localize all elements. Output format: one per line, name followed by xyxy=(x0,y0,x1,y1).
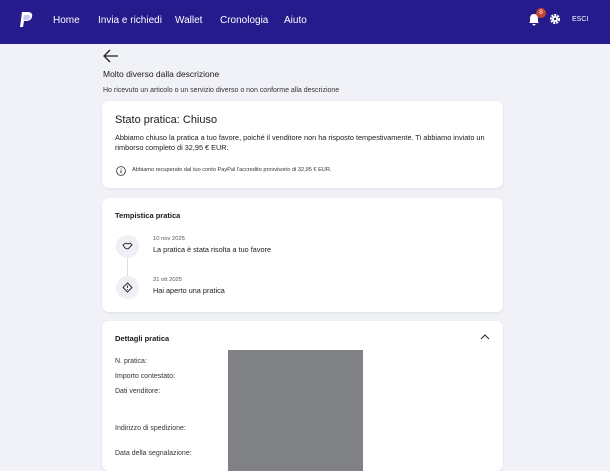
timeline-date: 10 nov 2025 xyxy=(153,236,185,242)
status-info: Abbiamo recuperato dal tuo conto PayPal … xyxy=(132,167,332,173)
timeline-title: Tempistica pratica xyxy=(115,211,181,220)
chevron-up-icon[interactable] xyxy=(480,333,490,341)
detail-label: Indirizzo di spedizione: xyxy=(115,425,186,432)
timeline-text: La pratica è stata risolta a tuo favore xyxy=(153,245,272,254)
detail-label: Dati venditore: xyxy=(115,388,161,395)
back-arrow-icon[interactable] xyxy=(103,49,119,63)
nav-history[interactable]: Cronologia xyxy=(220,15,268,26)
nav-home[interactable]: Home xyxy=(53,15,80,26)
page-subtitle: Ho ricevuto un articolo o un servizio di… xyxy=(103,87,340,94)
notification-badge: 8 xyxy=(536,8,546,18)
paypal-logo-icon[interactable] xyxy=(19,12,33,29)
timeline-text: Hai aperto una pratica xyxy=(153,286,225,295)
handshake-icon xyxy=(116,235,139,258)
info-icon xyxy=(116,166,126,176)
status-body: Abbiamo chiuso la pratica a tuo favore, … xyxy=(115,133,485,152)
details-title: Dettagli pratica xyxy=(115,334,170,343)
status-card: Stato pratica: Chiuso Abbiamo chiuso la … xyxy=(102,101,503,188)
status-title: Stato pratica: Chiuso xyxy=(115,114,218,126)
nav-help[interactable]: Aiuto xyxy=(284,15,307,26)
timeline-date: 31 ott 2025 xyxy=(153,277,183,283)
page-title: Molto diverso dalla descrizione xyxy=(103,69,220,79)
nav-send-request[interactable]: Invia e richiedi xyxy=(98,15,162,26)
details-card: Dettagli pratica N. pratica: Importo con… xyxy=(102,321,503,471)
timeline-card: Tempistica pratica 10 nov 2025 La pratic… xyxy=(102,198,503,312)
detail-label: Importo contestato: xyxy=(115,373,175,380)
detail-label: Data della segnalazione: xyxy=(115,450,192,457)
warning-diamond-icon xyxy=(116,276,139,299)
redacted-block xyxy=(228,350,363,471)
detail-label: N. pratica: xyxy=(115,358,147,365)
nav-wallet[interactable]: Wallet xyxy=(175,15,202,26)
gear-icon[interactable] xyxy=(550,14,560,24)
top-nav: Home Invia e richiedi Wallet Cronologia … xyxy=(0,0,610,44)
logout-link[interactable]: ESCI xyxy=(572,16,588,23)
